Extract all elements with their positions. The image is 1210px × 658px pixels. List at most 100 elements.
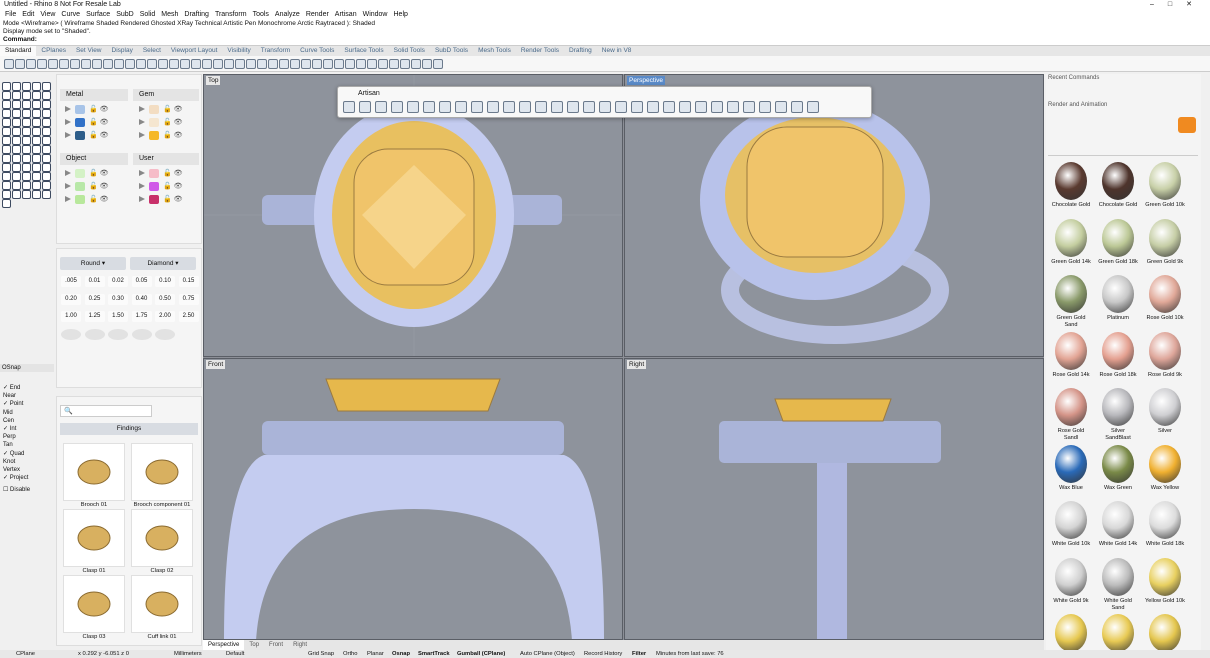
standard-tool-icon[interactable] — [59, 58, 69, 69]
play-icon[interactable] — [139, 196, 145, 202]
play-icon[interactable] — [139, 119, 145, 125]
finding-thumbnail[interactable] — [63, 575, 125, 633]
size-button[interactable]: 1.00 — [61, 311, 81, 322]
modeling-tool-icon[interactable] — [22, 154, 31, 163]
gem-swatch[interactable] — [149, 104, 159, 114]
standard-tool-icon[interactable] — [202, 58, 212, 69]
size-button[interactable]: 0.10 — [155, 276, 175, 287]
gem-color-row[interactable]: 🔓 👁 — [139, 116, 183, 128]
status-gumball[interactable]: Gumball (CPlane) — [457, 650, 505, 658]
modeling-tool-icon[interactable] — [32, 145, 41, 154]
lock-visibility-icon[interactable]: 🔓 👁 — [89, 182, 109, 190]
material-item[interactable]: Chocolate Gold — [1098, 162, 1138, 209]
tab-viewport-layout[interactable]: Viewport Layout — [166, 46, 223, 56]
standard-tool-icon[interactable] — [15, 58, 25, 69]
standard-tool-icon[interactable] — [367, 58, 377, 69]
osnap-item[interactable]: Perp — [0, 433, 54, 441]
vptab-perspective[interactable]: Perspective — [203, 640, 245, 650]
artisan-tool-icon[interactable] — [791, 101, 803, 113]
menu-subd[interactable]: SubD — [113, 10, 137, 20]
metal-color-row[interactable]: 🔓 👁 — [65, 116, 109, 128]
tab-standard[interactable]: Standard — [0, 46, 37, 56]
lock-visibility-icon[interactable]: 🔓 👁 — [163, 105, 183, 113]
osnap-item[interactable]: Tan — [0, 441, 54, 449]
standard-tool-icon[interactable] — [169, 58, 179, 69]
osnap-item[interactable]: ✓ Project — [0, 474, 54, 482]
modeling-tool-icon[interactable] — [2, 145, 11, 154]
modeling-tool-icon[interactable] — [2, 190, 11, 199]
modeling-tool-icon[interactable] — [2, 100, 11, 109]
artisan-tool-icon[interactable] — [615, 101, 627, 113]
material-item[interactable] — [1098, 614, 1138, 654]
modeling-tool-icon[interactable] — [12, 82, 21, 91]
lock-visibility-icon[interactable]: 🔓 👁 — [163, 182, 183, 190]
material-item[interactable]: Wax Blue — [1051, 444, 1091, 492]
size-button[interactable]: 0.20 — [61, 293, 81, 305]
standard-tool-icon[interactable] — [92, 58, 102, 69]
standard-tool-icon[interactable] — [147, 58, 157, 69]
tab-surface-tools[interactable]: Surface Tools — [339, 46, 388, 56]
object-color-row[interactable]: 🔓 👁 — [65, 193, 109, 205]
status-layer[interactable]: Default — [226, 650, 244, 658]
artisan-tool-icon[interactable] — [631, 101, 643, 113]
modeling-tool-icon[interactable] — [32, 109, 41, 118]
tab-set-view[interactable]: Set View — [71, 46, 107, 56]
lock-visibility-icon[interactable]: 🔓 👁 — [163, 118, 183, 126]
menu-drafting[interactable]: Drafting — [181, 10, 212, 20]
user-color-row[interactable]: 🔓 👁 — [139, 167, 183, 179]
size-button[interactable]: 0.40 — [131, 293, 152, 305]
size-button[interactable]: 0.75 — [178, 293, 199, 305]
modeling-tool-icon[interactable] — [32, 172, 41, 181]
artisan-tool-icon[interactable] — [551, 101, 563, 113]
modeling-tool-icon[interactable] — [32, 181, 41, 190]
right-panel-scrollbar[interactable] — [1201, 74, 1210, 658]
modeling-tool-icon[interactable] — [22, 118, 31, 127]
play-icon[interactable] — [65, 119, 71, 125]
modeling-tool-icon[interactable] — [22, 181, 31, 190]
tab-subd-tools[interactable]: SubD Tools — [430, 46, 473, 56]
play-icon[interactable] — [65, 132, 71, 138]
lock-visibility-icon[interactable]: 🔓 👁 — [163, 169, 183, 177]
metal-swatch[interactable] — [75, 130, 85, 140]
play-icon[interactable] — [139, 170, 145, 176]
tab-new-in-v8[interactable]: New in V8 — [597, 46, 637, 56]
status-autocplane[interactable]: Auto CPlane (Object) — [520, 650, 575, 658]
viewport-label-right[interactable]: Right — [627, 360, 647, 369]
lock-visibility-icon[interactable]: 🔓 👁 — [89, 195, 109, 203]
modeling-tool-icon[interactable] — [12, 181, 21, 190]
standard-tool-icon[interactable] — [180, 58, 190, 69]
gem-shape-icon[interactable] — [131, 329, 152, 340]
tab-drafting[interactable]: Drafting — [564, 46, 597, 56]
menu-surface[interactable]: Surface — [83, 10, 113, 20]
lock-visibility-icon[interactable]: 🔓 👁 — [163, 131, 183, 139]
modeling-tool-icon[interactable] — [42, 127, 51, 136]
gem-swatch[interactable] — [149, 130, 159, 140]
status-gridsnap[interactable]: Grid Snap — [308, 650, 334, 658]
material-item[interactable]: Silver — [1145, 388, 1185, 435]
size-button[interactable]: 2.50 — [178, 311, 199, 322]
menu-transform[interactable]: Transform — [212, 10, 250, 20]
tab-curve-tools[interactable]: Curve Tools — [295, 46, 339, 56]
status-planar[interactable]: Planar — [367, 650, 384, 658]
material-item[interactable]: Yellow Gold 10k — [1145, 557, 1185, 605]
standard-tool-icon[interactable] — [224, 58, 234, 69]
metal-color-row[interactable]: 🔓 👁 — [65, 103, 109, 115]
metal-swatch[interactable] — [75, 104, 85, 114]
modeling-tool-icon[interactable] — [2, 136, 11, 145]
user-color-row[interactable]: 🔓 👁 — [139, 180, 183, 192]
play-icon[interactable] — [139, 132, 145, 138]
gem-shape-icon[interactable] — [84, 329, 105, 340]
modeling-tool-icon[interactable] — [2, 109, 11, 118]
modeling-tool-icon[interactable] — [42, 82, 51, 91]
osnap-item[interactable]: ✓ Int — [0, 425, 54, 433]
setting-dropdown[interactable]: Diamond ▾ — [130, 257, 196, 270]
checkbox-icon[interactable]: ✓ — [3, 401, 10, 407]
standard-tool-icon[interactable] — [389, 58, 399, 69]
findings-dropdown[interactable]: Findings — [60, 423, 198, 435]
standard-tool-icon[interactable] — [345, 58, 355, 69]
artisan-tool-icon[interactable] — [455, 101, 467, 113]
menu-render[interactable]: Render — [303, 10, 332, 20]
standard-tool-icon[interactable] — [125, 58, 135, 69]
artisan-tool-icon[interactable] — [535, 101, 547, 113]
menu-artisan[interactable]: Artisan — [332, 10, 360, 20]
